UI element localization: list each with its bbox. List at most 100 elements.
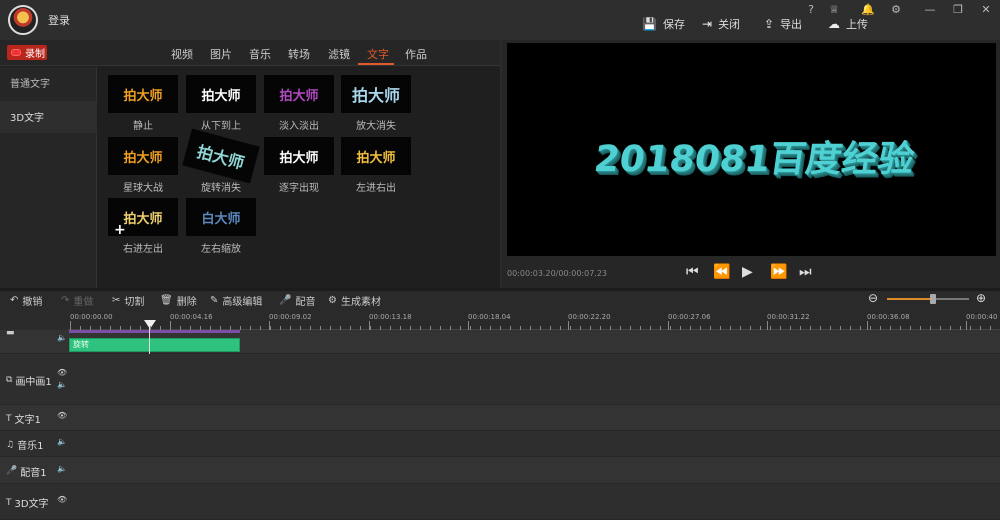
mic-button[interactable]: 🎤 配音 — [279, 293, 315, 308]
ruler-minor-tick — [990, 326, 991, 330]
ruler-minor-tick — [470, 326, 471, 330]
video-track-handle: ▬ — [6, 328, 15, 338]
scissors-button[interactable]: ✂ 切割 — [112, 293, 144, 308]
ruler-minor-tick — [490, 326, 491, 330]
tab-1[interactable]: 图片 — [210, 46, 232, 62]
save-button[interactable]: 💾 保存 — [642, 16, 685, 32]
mic-icon: 🎤 — [6, 466, 18, 476]
ruler-minor-tick — [270, 326, 271, 330]
eye-icon[interactable]: 👁 — [57, 368, 67, 377]
category-item[interactable]: 普通文字 — [0, 67, 97, 99]
effect-thumbnail[interactable]: 白大师 — [186, 198, 256, 236]
ruler-label: 00:00:13.18 — [369, 313, 412, 321]
ruler-minor-tick — [160, 326, 161, 330]
music-icon: ♫ — [6, 439, 15, 450]
speaker-icon[interactable]: 🔈 — [57, 464, 67, 473]
tab-5[interactable]: 文字 — [367, 46, 389, 62]
category-item[interactable]: 3D文字 — [0, 101, 97, 133]
step-back-icon[interactable]: ⏪ — [713, 264, 730, 280]
ruler-minor-tick — [540, 326, 541, 330]
ruler-label: 00:00:36.08 — [867, 313, 910, 321]
minimize-icon[interactable]: — — [922, 3, 938, 16]
redo-button[interactable]: ↷ 重做 — [61, 293, 93, 308]
ruler-minor-tick — [980, 326, 981, 330]
edit-toolbar — [0, 291, 1000, 310]
speaker-icon[interactable]: 🔈 — [57, 437, 67, 446]
step-forward-icon[interactable]: ⏩ — [770, 264, 787, 280]
ruler-minor-tick — [580, 326, 581, 330]
close-icon[interactable]: ✕ — [978, 3, 994, 16]
play-icon[interactable]: ▶ — [742, 264, 753, 280]
login-link[interactable]: 登录 — [48, 12, 70, 28]
zoom-slider-knob[interactable] — [930, 294, 936, 304]
track-row — [0, 457, 1000, 484]
ruler-minor-tick — [100, 326, 101, 330]
track-row — [0, 354, 1000, 405]
effect-thumbnail[interactable]: 拍大师 — [108, 137, 178, 175]
effect-thumbnail[interactable]: 拍大师 — [341, 75, 411, 113]
effect-thumbnail[interactable]: 拍大师 — [186, 75, 256, 113]
effect-thumbnail[interactable]: 拍大师 — [264, 137, 334, 175]
speaker-icon[interactable]: 🔈 — [57, 333, 67, 342]
ruler-label: 00:00:09.02 — [269, 313, 312, 321]
skip-end-icon[interactable]: ⏭ — [799, 264, 812, 280]
ruler-label: 00:00:40 — [966, 313, 998, 321]
ruler-minor-tick — [410, 326, 411, 330]
effect-thumbnail[interactable]: 拍大师 — [264, 75, 334, 113]
pip-icon: ⧉ — [6, 375, 13, 385]
edit-label: 配音 — [295, 297, 316, 308]
effect-thumbnail[interactable]: 拍大师 — [341, 137, 411, 175]
undo-button[interactable]: ↶ 撤销 — [10, 293, 42, 308]
ruler-minor-tick — [970, 326, 971, 330]
effect-label: 逐字出现 — [279, 183, 319, 194]
export-button[interactable]: ⇪ 导出 — [764, 16, 802, 32]
video-clip-strip[interactable] — [69, 330, 240, 333]
ruler-minor-tick — [770, 326, 771, 330]
ruler-label: 00:00:22.20 — [568, 313, 611, 321]
zoom-in-icon[interactable]: ⊕ — [976, 291, 986, 305]
ruler-label: 00:00:18.04 — [468, 313, 511, 321]
ruler-minor-tick — [210, 326, 211, 330]
tab-3[interactable]: 转场 — [288, 46, 310, 62]
gear-button[interactable]: ⚙ 生成素材 — [328, 293, 381, 308]
ruler-minor-tick — [880, 326, 881, 330]
eye-icon[interactable]: 👁 — [57, 495, 67, 504]
scissors-icon: ✂ — [112, 295, 121, 306]
ruler-minor-tick — [360, 326, 361, 330]
ruler-minor-tick — [550, 326, 551, 330]
ruler-minor-tick — [870, 326, 871, 330]
tab-0[interactable]: 视频 — [171, 46, 193, 62]
vip-crown-icon[interactable]: ♕ — [826, 3, 842, 16]
ruler-minor-tick — [640, 326, 641, 330]
ruler-minor-tick — [760, 326, 761, 330]
eye-icon[interactable]: 👁 — [57, 411, 67, 420]
ruler-minor-tick — [230, 326, 231, 330]
transition-clip[interactable]: 旋转 — [69, 338, 240, 352]
tab-2[interactable]: 音乐 — [249, 46, 271, 62]
speaker-icon[interactable]: 🔈 — [57, 380, 67, 389]
zoom-out-icon[interactable]: ⊖ — [868, 291, 878, 305]
ruler-minor-tick — [960, 326, 961, 330]
record-button[interactable]: 录制 — [7, 45, 47, 60]
ruler-minor-tick — [450, 326, 451, 330]
ruler-minor-tick — [910, 326, 911, 330]
trash-button[interactable]: 🗑 删除 — [160, 293, 197, 308]
restore-icon[interactable]: ❐ — [950, 3, 966, 16]
skip-start-icon[interactable]: ⏮ — [686, 264, 699, 280]
action-label: 上传 — [846, 18, 868, 31]
tab-6[interactable]: 作品 — [405, 46, 427, 62]
exit-button[interactable]: ⇥ 关闭 — [702, 16, 740, 32]
ruler-minor-tick — [370, 326, 371, 330]
track-row — [0, 405, 1000, 431]
bell-icon[interactable]: 🔔 — [860, 3, 876, 16]
tab-4[interactable]: 滤镜 — [328, 46, 350, 62]
upload-button[interactable]: ☁ 上传 — [828, 16, 868, 32]
action-label: 关闭 — [718, 18, 741, 31]
help-icon[interactable]: ? — [803, 3, 819, 16]
effect-thumbnail[interactable]: 拍大师 — [108, 75, 178, 113]
gear-icon[interactable]: ⚙ — [888, 3, 904, 16]
pen-button[interactable]: ✎ 高级编辑 — [210, 293, 262, 308]
ruler-minor-tick — [690, 326, 691, 330]
effect-label: 放大消失 — [356, 121, 396, 132]
ruler-minor-tick — [90, 326, 91, 330]
